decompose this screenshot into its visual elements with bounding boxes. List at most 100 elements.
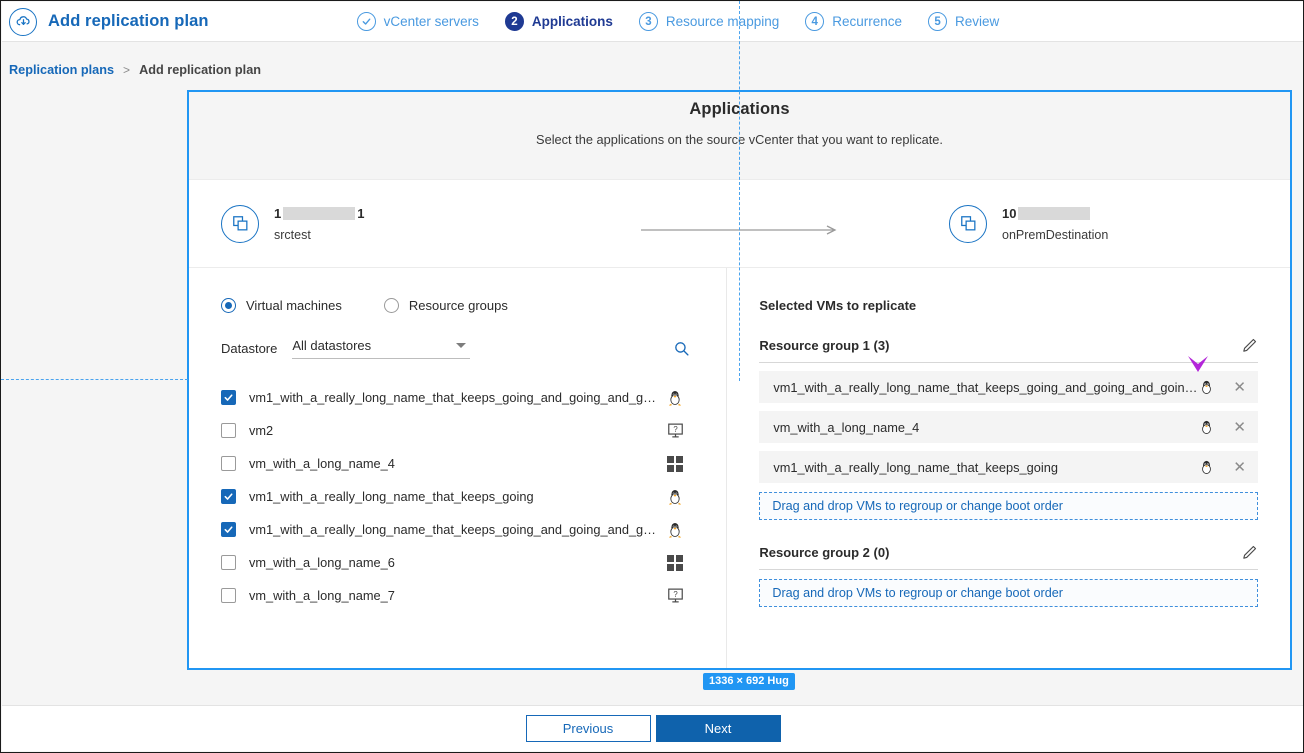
- vm-name: vm_with_a_long_name_4: [249, 456, 395, 471]
- selected-vm-item[interactable]: vm_with_a_long_name_4 ✕: [759, 411, 1258, 443]
- resource-group-name: Resource group 2 (0): [759, 545, 890, 560]
- source-name-prefix: 1: [274, 205, 282, 221]
- vm-checkbox[interactable]: [221, 489, 236, 504]
- pencil-icon[interactable]: [1241, 337, 1258, 354]
- selected-vm-item[interactable]: vm1_with_a_really_long_name_that_keeps_g…: [759, 451, 1258, 483]
- app-root: Add replication plan vCenter servers 2 A…: [0, 0, 1304, 753]
- datastore-filter-row: Datastore All datastores: [221, 338, 702, 359]
- selected-vms-title: Selected VMs to replicate: [759, 298, 917, 313]
- vm-list-item[interactable]: vm_with_a_long_name_4: [221, 447, 702, 480]
- resource-group-divider: [759, 356, 1258, 372]
- radio-resource-groups[interactable]: Resource groups: [383, 298, 508, 313]
- wizard-steps: vCenter servers 2 Applications 3 Resourc…: [356, 12, 1026, 31]
- redacted-block: [1018, 206, 1091, 220]
- search-icon[interactable]: [673, 340, 690, 357]
- source-name-suffix: 1: [357, 205, 365, 221]
- selected-vm-name: vm1_with_a_really_long_name_that_keeps_g…: [773, 379, 1198, 395]
- vm-name: vm1_with_a_really_long_name_that_keeps_g…: [249, 522, 656, 537]
- vm-checkbox[interactable]: [221, 423, 236, 438]
- wizard-step-label: Applications: [531, 14, 613, 29]
- linux-os-icon: [1197, 419, 1215, 435]
- wizard-step-label: Recurrence: [832, 14, 903, 29]
- redacted-block: [283, 206, 356, 220]
- selection-size-badge: 1336 × 692 Hug: [703, 673, 795, 690]
- source-endpoint-subtitle: srctest: [274, 227, 311, 242]
- next-button[interactable]: Next: [655, 715, 781, 742]
- vm-checkbox[interactable]: [221, 522, 236, 537]
- source-endpoint-text: 1 1 srctest: [274, 206, 364, 242]
- vm-checkbox[interactable]: [221, 390, 236, 405]
- step-check-icon: [356, 12, 376, 31]
- linux-os-icon: [1197, 459, 1215, 475]
- selection-mode-radio-group: Virtual machines Resource groups: [221, 298, 702, 313]
- arrow-right-icon: [641, 222, 841, 240]
- vm-checkbox[interactable]: [221, 588, 236, 603]
- resource-group-header: Resource group 1 (3): [759, 337, 1258, 354]
- vm-list-item[interactable]: vm2 ?: [221, 414, 702, 447]
- close-icon[interactable]: ✕: [1233, 460, 1246, 475]
- mouse-cursor-indicator: [1186, 354, 1210, 381]
- source-endpoint: 1 1 srctest: [221, 204, 364, 243]
- radio-label: Virtual machines: [246, 298, 342, 313]
- breadcrumb-link-replication-plans[interactable]: Replication plans: [9, 63, 114, 77]
- step-number-badge: 3: [638, 12, 658, 31]
- unknown-os-icon: ?: [666, 587, 684, 605]
- breadcrumb-current: Add replication plan: [139, 63, 262, 77]
- step-number-badge: 4: [805, 12, 825, 31]
- vm-name: vm_with_a_long_name_7: [249, 588, 395, 603]
- cloud-replication-icon: [9, 7, 37, 36]
- vm-name: vm2: [249, 423, 274, 438]
- step-number-badge: 2: [504, 12, 524, 31]
- wizard-step-vcenter-servers[interactable]: vCenter servers: [356, 12, 479, 31]
- step-number-badge: 5: [928, 12, 948, 31]
- wizard-step-applications[interactable]: 2 Applications: [504, 12, 613, 31]
- vm-list-item[interactable]: vm_with_a_long_name_6: [221, 546, 702, 579]
- dropzone-group-2[interactable]: Drag and drop VMs to regroup or change b…: [759, 579, 1258, 607]
- resource-group-divider: [759, 569, 1258, 570]
- wizard-step-recurrence[interactable]: 4 Recurrence: [805, 12, 902, 31]
- close-icon[interactable]: ✕: [1233, 420, 1246, 435]
- resource-group-name: Resource group 1 (3): [759, 338, 890, 353]
- pencil-icon[interactable]: [1241, 544, 1258, 561]
- destination-endpoint-subtitle: onPremDestination: [1002, 227, 1109, 242]
- close-icon[interactable]: ✕: [1233, 380, 1246, 395]
- chevron-down-icon: [456, 343, 467, 348]
- wizard-step-review[interactable]: 5 Review: [928, 12, 999, 31]
- breadcrumb-separator: >: [123, 63, 131, 77]
- vm-list-item[interactable]: vm_with_a_long_name_7 ?: [221, 579, 702, 612]
- source-endpoint-name: 1 1: [274, 206, 364, 221]
- unknown-os-icon: ?: [666, 422, 684, 440]
- svg-text:?: ?: [673, 425, 678, 434]
- resource-group-1: Resource group 1 (3) vm1_with_a_really_l…: [759, 337, 1258, 520]
- vm-selection-pane: Virtual machines Resource groups Datasto…: [189, 268, 726, 668]
- horizontal-alignment-guide: [1, 379, 188, 380]
- vcenter-icon: [221, 204, 259, 243]
- linux-os-icon: [666, 488, 684, 506]
- dropzone-group-1[interactable]: Drag and drop VMs to regroup or change b…: [759, 492, 1258, 520]
- wizard-step-label: vCenter servers: [383, 14, 479, 29]
- vm-name: vm1_with_a_really_long_name_that_keeps_g…: [249, 390, 656, 405]
- previous-button[interactable]: Previous: [525, 715, 651, 742]
- radio-virtual-machines[interactable]: Virtual machines: [221, 298, 342, 313]
- selected-vms-pane: Selected VMs to replicate Resource group…: [726, 268, 1290, 668]
- wizard-header: Add replication plan vCenter servers 2 A…: [2, 2, 1303, 42]
- vm-list: vm1_with_a_really_long_name_that_keeps_g…: [221, 381, 702, 612]
- selected-vm-item[interactable]: vm1_with_a_really_long_name_that_keeps_g…: [759, 371, 1258, 403]
- wizard-footer: Previous Next: [2, 705, 1303, 751]
- destination-endpoint-text: 10 onPremDestination: [1002, 206, 1108, 242]
- vm-list-item[interactable]: vm1_with_a_really_long_name_that_keeps_g…: [221, 381, 702, 414]
- vm-name: vm_with_a_long_name_6: [249, 555, 395, 570]
- vm-list-item[interactable]: vm1_with_a_really_long_name_that_keeps_g…: [221, 480, 702, 513]
- vm-checkbox[interactable]: [221, 456, 236, 471]
- vm-list-item[interactable]: vm1_with_a_really_long_name_that_keeps_g…: [221, 513, 702, 546]
- datastore-select[interactable]: All datastores: [292, 338, 471, 359]
- linux-os-icon: [666, 389, 684, 407]
- selected-vm-name: vm1_with_a_really_long_name_that_keeps_g…: [773, 459, 1058, 475]
- vertical-alignment-guide: [739, 1, 740, 381]
- vm-checkbox[interactable]: [221, 555, 236, 570]
- destination-endpoint: 10 onPremDestination: [949, 204, 1108, 243]
- wizard-step-resource-mapping[interactable]: 3 Resource mapping: [638, 12, 779, 31]
- wizard-step-label: Review: [955, 14, 1000, 29]
- radio-dot-icon: [383, 298, 399, 313]
- datastore-select-value: All datastores: [292, 338, 372, 353]
